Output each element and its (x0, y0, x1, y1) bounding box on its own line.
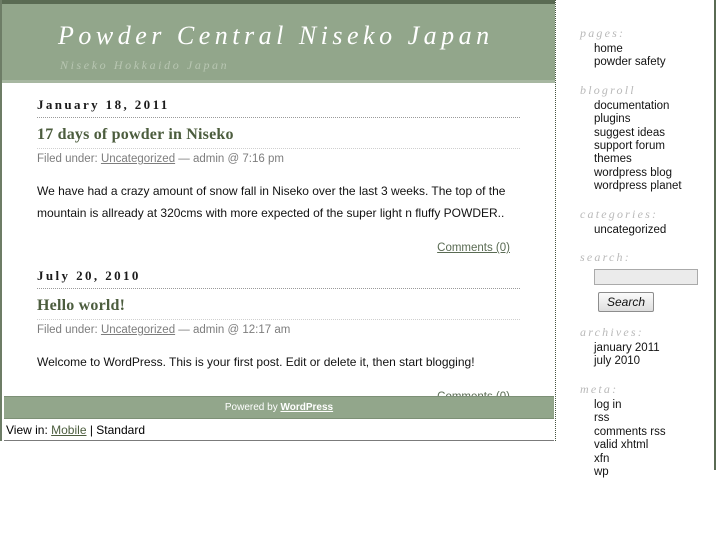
sidebar-heading-blogroll: blogroll (580, 82, 636, 97)
post-body: Welcome to WordPress. This is your first… (37, 355, 475, 369)
sidebar-section-search: search: Search (580, 250, 710, 313)
list-item[interactable]: support forum (594, 140, 710, 153)
list-item[interactable]: wp (594, 466, 710, 479)
post-title[interactable]: Hello world! (37, 297, 520, 320)
list-item[interactable]: rss (594, 412, 710, 425)
list-item[interactable]: wordpress planet (594, 180, 710, 193)
sidebar-list-categories: uncategorized (580, 224, 710, 237)
site-masthead: Powder Central Niseko Japan Niseko Hokka… (2, 0, 555, 83)
list-item[interactable]: uncategorized (594, 224, 710, 237)
list-item[interactable]: plugins (594, 113, 710, 126)
view-mode-bar: View in: Mobile | Standard (4, 420, 554, 441)
sidebar-section-archives: archives: january 2011 july 2010 (580, 325, 710, 369)
list-item[interactable]: suggest ideas (594, 127, 710, 140)
post-title-text: Hello world! (37, 297, 126, 314)
sidebar-list-pages: home powder safety (580, 43, 710, 70)
post-meta: Filed under: Uncategorized — admin @ 7:1… (37, 152, 520, 166)
sidebar-heading-meta: meta: (580, 381, 619, 396)
sidebar-heading-categories: categories: (580, 206, 659, 221)
sidebar-item-wp[interactable]: wp (594, 466, 609, 478)
post-category-link[interactable]: Uncategorized (101, 324, 175, 336)
sidebar-list-blogroll: documentation plugins suggest ideas supp… (580, 100, 710, 194)
main-content-column: Powder Central Niseko Japan Niseko Hokka… (0, 0, 556, 441)
sidebar-item-home[interactable]: home (594, 43, 623, 55)
post-title-text: 17 days of powder in Niseko (37, 126, 234, 143)
post-meta-suffix: — admin @ 12:17 am (178, 324, 291, 336)
page-right-rule (714, 0, 716, 470)
list-item[interactable]: january 2011 (594, 342, 710, 355)
sidebar-item-wordpress-blog[interactable]: wordpress blog (594, 167, 672, 179)
wordpress-link[interactable]: WordPress (280, 402, 333, 413)
post-entry: January 18, 2011 17 days of powder in Ni… (37, 97, 520, 254)
sidebar-item-powder-safety[interactable]: powder safety (594, 56, 666, 68)
list-item[interactable]: documentation (594, 100, 710, 113)
post-meta-suffix: — admin @ 7:16 pm (178, 153, 284, 165)
search-button[interactable]: Search (598, 292, 655, 313)
search-input[interactable] (594, 269, 698, 286)
post-comments: Comments (0) (37, 242, 520, 254)
sidebar-item-themes[interactable]: themes (594, 153, 632, 165)
post-meta: Filed under: Uncategorized — admin @ 12:… (37, 323, 520, 337)
view-mobile-link[interactable]: Mobile (51, 423, 86, 437)
site-footer: Powered by WordPress (4, 396, 554, 419)
post-meta-prefix: Filed under: (37, 324, 98, 336)
sidebar-item-documentation[interactable]: documentation (594, 100, 669, 112)
post-meta-prefix: Filed under: (37, 153, 98, 165)
list-item[interactable]: valid xhtml (594, 439, 710, 452)
sidebar-list-meta: log in rss comments rss valid xhtml xfn … (580, 399, 710, 479)
list-item[interactable]: log in (594, 399, 710, 412)
sidebar-list-archives: january 2011 july 2010 (580, 342, 710, 369)
list-item[interactable]: xfn (594, 453, 710, 466)
sidebar-item-rss[interactable]: rss (594, 412, 609, 424)
sidebar-item-uncategorized[interactable]: uncategorized (594, 224, 666, 236)
post-entry: July 20, 2010 Hello world! Filed under: … (37, 268, 520, 403)
sidebar-section-meta: meta: log in rss comments rss valid xhtm… (580, 382, 710, 479)
sidebar-item-comments-rss[interactable]: comments rss (594, 426, 666, 438)
sidebar-item-plugins[interactable]: plugins (594, 113, 630, 125)
post-date: January 18, 2011 (37, 97, 520, 118)
sidebar-heading-archives: archives: (580, 325, 645, 340)
sidebar-item-suggest-ideas[interactable]: suggest ideas (594, 127, 665, 139)
sidebar-item-july-2010[interactable]: july 2010 (594, 355, 640, 367)
sidebar-item-support-forum[interactable]: support forum (594, 140, 665, 152)
sidebar-section-categories: categories: uncategorized (580, 207, 710, 237)
sidebar-heading-search: search: (580, 250, 631, 265)
sidebar-item-valid-xhtml[interactable]: valid xhtml (594, 439, 648, 451)
post-title[interactable]: 17 days of powder in Niseko (37, 126, 520, 149)
site-tagline: Niseko Hokkaido Japan (60, 58, 230, 72)
list-item[interactable]: themes (594, 153, 710, 166)
list-item[interactable]: wordpress blog (594, 167, 710, 180)
sidebar-item-january-2011[interactable]: january 2011 (594, 342, 660, 354)
site-title[interactable]: Powder Central Niseko Japan (58, 21, 494, 51)
powered-by-label: Powered by (224, 402, 281, 413)
sidebar: pages: home powder safety blogroll docum… (580, 26, 710, 492)
list-item[interactable]: july 2010 (594, 355, 710, 368)
list-item[interactable]: powder safety (594, 56, 710, 69)
sidebar-item-wordpress-planet[interactable]: wordpress planet (594, 180, 682, 192)
sidebar-item-log-in[interactable]: log in (594, 399, 622, 411)
page-frame: Powder Central Niseko Japan Niseko Hokka… (0, 0, 716, 478)
sidebar-heading-pages: pages: (580, 26, 626, 40)
list-item[interactable]: home (594, 43, 710, 56)
posts-container: January 18, 2011 17 days of powder in Ni… (2, 83, 555, 403)
post-date: July 20, 2010 (37, 268, 520, 289)
view-separator: | (86, 423, 97, 437)
list-item[interactable]: comments rss (594, 426, 710, 439)
comments-link[interactable]: Comments (0) (437, 242, 510, 254)
sidebar-section-blogroll: blogroll documentation plugins suggest i… (580, 83, 710, 194)
post-category-link[interactable]: Uncategorized (101, 153, 175, 165)
post-body: We have had a crazy amount of snow fall … (37, 184, 506, 220)
sidebar-section-pages: pages: home powder safety (580, 26, 710, 70)
view-standard-label: Standard (96, 423, 145, 437)
view-in-label: View in: (6, 423, 52, 437)
sidebar-item-xfn[interactable]: xfn (594, 453, 609, 465)
